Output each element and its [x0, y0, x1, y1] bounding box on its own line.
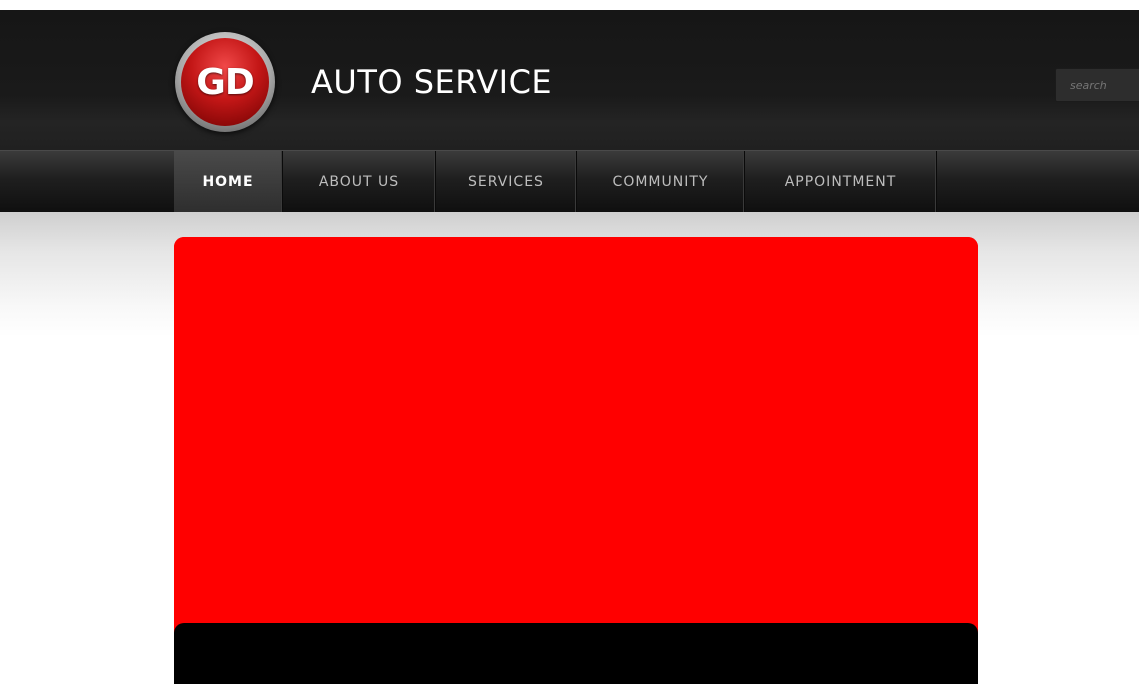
hero-slider[interactable]	[174, 237, 978, 684]
nav-item-appointment[interactable]: APPOINTMENT	[745, 151, 937, 212]
logo-badge[interactable]: GD	[175, 32, 275, 132]
nav-item-about-us[interactable]: ABOUT US	[283, 151, 436, 212]
site-header: GD AUTO SERVICE	[0, 10, 1139, 150]
slide-image	[174, 237, 978, 623]
brand-name[interactable]: AUTO SERVICE	[311, 63, 552, 101]
search-input[interactable]	[1055, 68, 1139, 102]
logo-text: GD	[196, 61, 254, 103]
logo-inner-circle: GD	[181, 38, 269, 126]
slide-caption-bar	[174, 623, 978, 684]
nav-item-community[interactable]: COMMUNITY	[577, 151, 745, 212]
top-strip	[0, 0, 1139, 10]
nav-item-services[interactable]: SERVICES	[436, 151, 577, 212]
nav-item-home[interactable]: HOME	[174, 151, 283, 212]
main-navigation: HOME ABOUT US SERVICES COMMUNITY APPOINT…	[0, 150, 1139, 212]
